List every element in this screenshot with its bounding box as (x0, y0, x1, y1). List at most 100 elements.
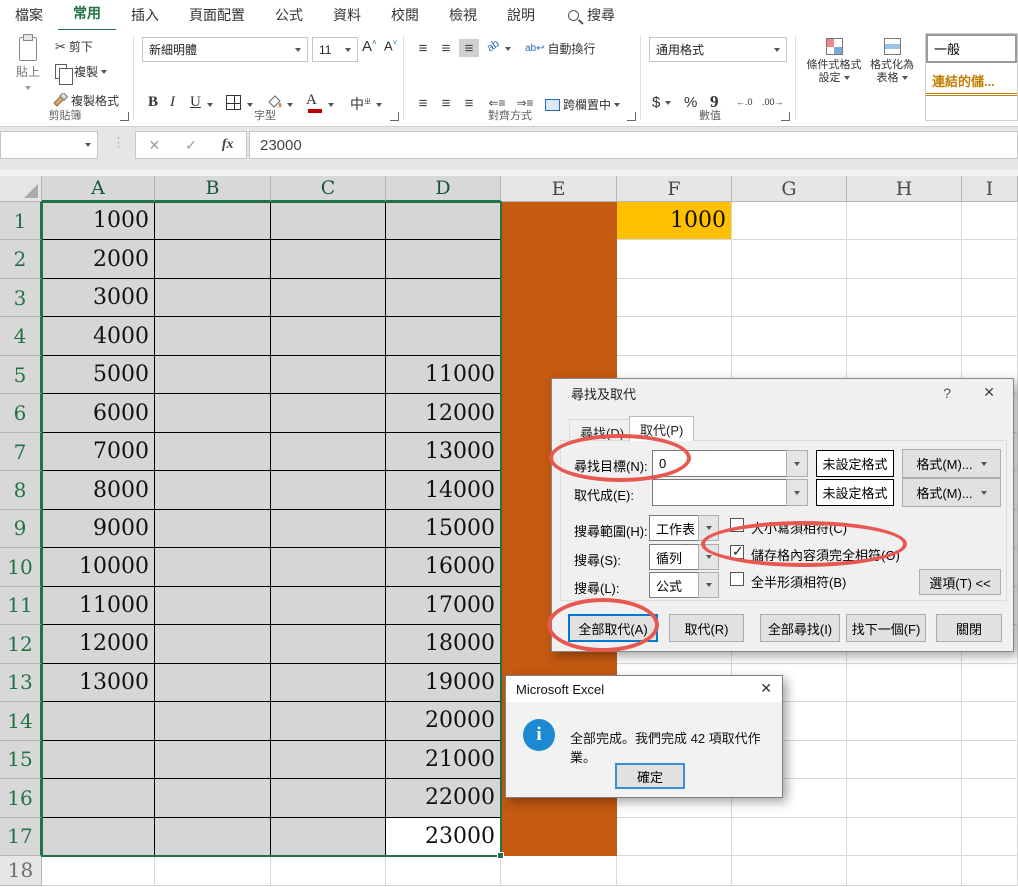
tab-find[interactable]: 尋找(D) (569, 419, 635, 441)
cell-I13[interactable] (962, 664, 1018, 702)
number-dialog-launcher[interactable] (781, 112, 790, 121)
tab-page-layout[interactable]: 頁面配置 (174, 0, 260, 31)
cell-G1[interactable] (732, 202, 847, 240)
row-header-11[interactable]: 11 (0, 587, 42, 625)
cell-A9[interactable]: 9000 (42, 510, 155, 548)
column-header-G[interactable]: G (732, 176, 847, 202)
cell-B15[interactable] (155, 741, 271, 779)
search-order-combo[interactable]: 循列 (649, 544, 699, 570)
cell-B9[interactable] (155, 510, 271, 548)
row-header-12[interactable]: 12 (0, 625, 42, 663)
cancel-icon[interactable]: ✕ (148, 137, 160, 154)
replace-all-button[interactable]: 全部取代(A) (568, 614, 658, 642)
row-header-1[interactable]: 1 (0, 202, 42, 240)
cell-B6[interactable] (155, 394, 271, 432)
cell-H16[interactable] (847, 779, 962, 817)
grow-font-button[interactable]: A˄ (362, 38, 377, 55)
match-entire-checkbox[interactable]: ✓ (730, 545, 744, 559)
replace-with-input[interactable] (652, 479, 787, 506)
tab-home[interactable]: 常用 (58, 0, 116, 32)
cell-H14[interactable] (847, 702, 962, 740)
cell-H1[interactable] (847, 202, 962, 240)
font-color-button[interactable]: A (306, 92, 324, 114)
enter-icon[interactable]: ✓ (185, 137, 197, 154)
cell-G2[interactable] (732, 240, 847, 278)
cell-I16[interactable] (962, 779, 1018, 817)
row-header-17[interactable]: 17 (0, 818, 42, 856)
cell-H18[interactable] (847, 856, 962, 886)
alignment-dialog-launcher[interactable] (627, 112, 636, 121)
cell-B16[interactable] (155, 779, 271, 817)
search-order-dropdown[interactable] (698, 544, 719, 570)
cell-C12[interactable] (271, 625, 386, 663)
cell-A4[interactable]: 4000 (42, 317, 155, 355)
close-icon[interactable]: ✕ (983, 384, 995, 401)
cell-C13[interactable] (271, 664, 386, 702)
cell-G17[interactable] (732, 818, 847, 856)
cell-D3[interactable] (386, 279, 501, 317)
orientation-dropdown-icon[interactable] (505, 47, 511, 51)
cell-I14[interactable] (962, 702, 1018, 740)
ok-button[interactable]: 確定 (615, 763, 685, 789)
select-all-corner[interactable] (0, 176, 42, 202)
formula-input[interactable]: 23000 (249, 131, 1018, 159)
message-box-close-icon[interactable]: ✕ (760, 680, 772, 697)
cell-A12[interactable]: 12000 (42, 625, 155, 663)
cell-D12[interactable]: 18000 (386, 625, 501, 663)
cell-D14[interactable]: 20000 (386, 702, 501, 740)
italic-button[interactable]: I (170, 94, 175, 111)
bold-button[interactable]: B (148, 94, 158, 111)
currency-dropdown-icon[interactable] (665, 101, 671, 105)
underline-dropdown-icon[interactable] (207, 103, 213, 107)
options-button[interactable]: 選項(T) << (919, 569, 1001, 595)
font-name-combo[interactable]: 新細明體 (142, 37, 308, 62)
cell-G18[interactable] (732, 856, 847, 886)
cell-I18[interactable] (962, 856, 1018, 886)
cell-D6[interactable]: 12000 (386, 394, 501, 432)
search-box[interactable]: 搜尋 (568, 5, 615, 25)
cell-H2[interactable] (847, 240, 962, 278)
cell-B5[interactable] (155, 356, 271, 394)
tab-data[interactable]: 資料 (318, 0, 376, 31)
row-header-10[interactable]: 10 (0, 548, 42, 586)
insert-function-icon[interactable]: fx (222, 137, 234, 153)
merge-center-dropdown-icon[interactable] (614, 103, 620, 107)
cell-F4[interactable] (617, 317, 732, 355)
row-header-7[interactable]: 7 (0, 433, 42, 471)
cell-D18[interactable] (386, 856, 501, 886)
clipboard-dialog-launcher[interactable] (120, 112, 129, 121)
cell-D13[interactable]: 19000 (386, 664, 501, 702)
cell-A6[interactable]: 6000 (42, 394, 155, 432)
cell-D17[interactable]: 23000 (386, 818, 501, 856)
cell-D9[interactable]: 15000 (386, 510, 501, 548)
cell-I2[interactable] (962, 240, 1018, 278)
cell-C1[interactable] (271, 202, 386, 240)
cell-D11[interactable]: 17000 (386, 587, 501, 625)
cell-B11[interactable] (155, 587, 271, 625)
font-size-dropdown-icon[interactable] (345, 48, 351, 52)
cell-I4[interactable] (962, 317, 1018, 355)
cell-C5[interactable] (271, 356, 386, 394)
cell-E17[interactable] (501, 818, 617, 856)
tab-formulas[interactable]: 公式 (260, 0, 318, 31)
cell-H15[interactable] (847, 741, 962, 779)
cell-C10[interactable] (271, 548, 386, 586)
cell-B2[interactable] (155, 240, 271, 278)
cell-D5[interactable]: 11000 (386, 356, 501, 394)
cell-B17[interactable] (155, 818, 271, 856)
formula-bar-grip[interactable]: ⋮ (112, 135, 125, 151)
cell-G4[interactable] (732, 317, 847, 355)
cell-E18[interactable] (501, 856, 617, 886)
cell-A14[interactable] (42, 702, 155, 740)
cell-C6[interactable] (271, 394, 386, 432)
cell-A8[interactable]: 8000 (42, 471, 155, 509)
font-dialog-launcher[interactable] (390, 112, 399, 121)
cell-A5[interactable]: 5000 (42, 356, 155, 394)
column-header-H[interactable]: H (847, 176, 962, 202)
column-header-D[interactable]: D (386, 176, 501, 202)
cell-B14[interactable] (155, 702, 271, 740)
find-format-button[interactable]: 格式(M)... (902, 449, 1001, 478)
cell-D15[interactable]: 21000 (386, 741, 501, 779)
conditional-formatting-button[interactable]: 條件式格式 設定 (806, 38, 862, 85)
column-header-I[interactable]: I (962, 176, 1018, 202)
